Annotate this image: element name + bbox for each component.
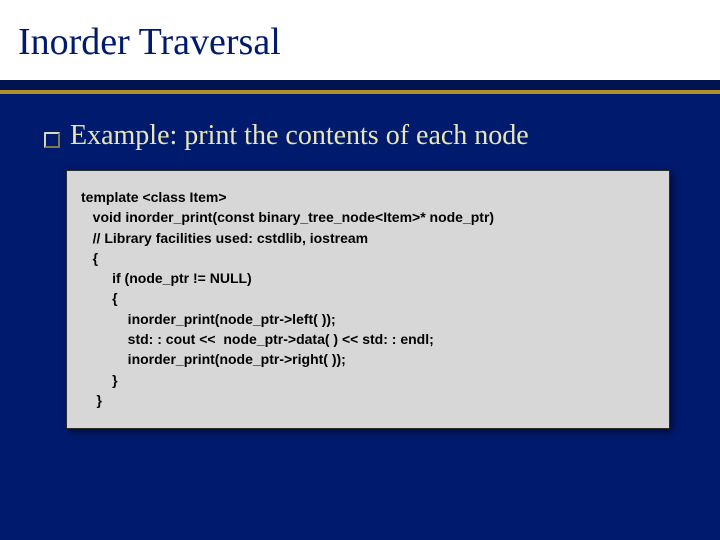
code-line: {	[81, 248, 655, 268]
code-line: {	[81, 288, 655, 308]
bullet-text: Example: print the contents of each node	[70, 120, 529, 152]
content-area: Example: print the contents of each node…	[0, 94, 720, 429]
bullet-square-icon	[44, 132, 60, 148]
code-line: void inorder_print(const binary_tree_nod…	[81, 207, 655, 227]
code-block: template <class Item> void inorder_print…	[66, 170, 670, 429]
code-line: // Library facilities used: cstdlib, ios…	[81, 228, 655, 248]
code-line: if (node_ptr != NULL)	[81, 268, 655, 288]
code-line: inorder_print(node_ptr->left( ));	[81, 309, 655, 329]
slide: Inorder Traversal Example: print the con…	[0, 0, 720, 540]
bullet-item: Example: print the contents of each node	[44, 120, 692, 152]
code-line: }	[81, 390, 655, 410]
example-text: print the contents of each node	[177, 120, 528, 151]
code-line: template <class Item>	[81, 187, 655, 207]
slide-title: Inorder Traversal	[0, 0, 720, 80]
code-line: inorder_print(node_ptr->right( ));	[81, 349, 655, 369]
divider-dark	[0, 80, 720, 90]
code-line: std: : cout << node_ptr->data( ) << std:…	[81, 329, 655, 349]
code-line: }	[81, 370, 655, 390]
example-label: Example:	[70, 120, 177, 151]
